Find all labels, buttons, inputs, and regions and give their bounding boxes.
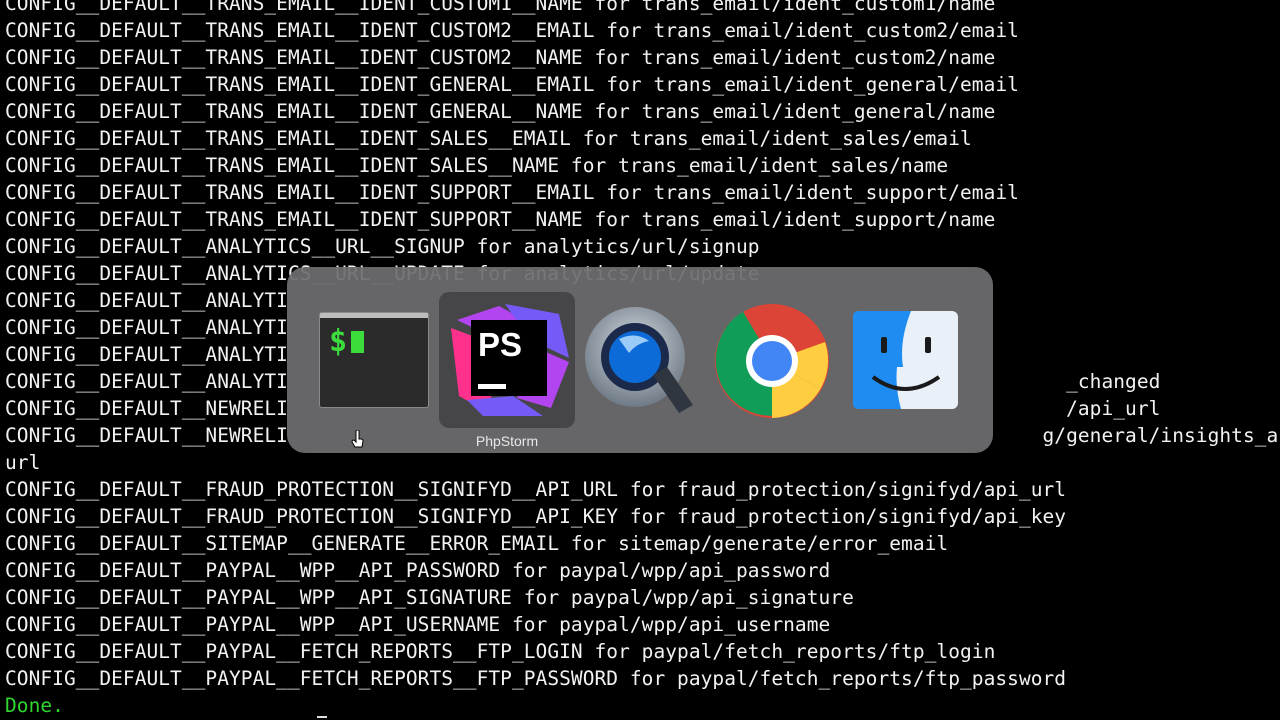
- mouse-pointer-icon: [351, 430, 364, 448]
- finder-icon[interactable]: [853, 311, 958, 409]
- selected-app-label: PhpStorm: [475, 433, 539, 449]
- terminal-line: CONFIG__DEFAULT__PAYPAL__WPP__API_PASSWO…: [5, 559, 831, 582]
- terminal-line: CONFIG__DEFAULT__ANALYTI: [5, 343, 288, 366]
- terminal-line: CONFIG__DEFAULT__TRANS_EMAIL__IDENT_GENE…: [5, 73, 1019, 96]
- terminal-icon: $: [319, 312, 429, 408]
- terminal-line: CONFIG__DEFAULT__TRANS_EMAIL__IDENT_SALE…: [5, 127, 972, 150]
- terminal-line: CONFIG__DEFAULT__TRANS_EMAIL__IDENT_GENE…: [5, 100, 996, 123]
- terminal-line: CONFIG__DEFAULT__TRANS_EMAIL__IDENT_SALE…: [5, 154, 949, 177]
- chrome-icon[interactable]: [713, 302, 831, 420]
- terminal-line: CONFIG__DEFAULT__TRANS_EMAIL__IDENT_SUPP…: [5, 181, 1019, 204]
- terminal-line: CONFIG__DEFAULT__SITEMAP__GENERATE__ERRO…: [5, 532, 949, 555]
- terminal-line: CONFIG__DEFAULT__TRANS_EMAIL__IDENT_SUPP…: [5, 208, 996, 231]
- terminal-line: CONFIG__DEFAULT__PAYPAL__WPP__API_USERNA…: [5, 613, 831, 636]
- terminal-line: CONFIG__DEFAULT__TRANS_EMAIL__IDENT_CUST…: [5, 0, 996, 15]
- terminal-line: CONFIG__DEFAULT__TRANS_EMAIL__IDENT_CUST…: [5, 46, 996, 69]
- terminal-line: url: [5, 451, 41, 474]
- terminal-line: CONFIG__DEFAULT__ANALYTICS__URL__SIGNUP …: [5, 235, 760, 258]
- terminal-line: CONFIG__DEFAULT__PAYPAL__FETCH_REPORTS__…: [5, 640, 996, 663]
- terminal-line: CONFIG__DEFAULT__ANALYTI: [5, 316, 288, 339]
- terminal-line: CONFIG__DEFAULT__TRANS_EMAIL__IDENT_CUST…: [5, 19, 1019, 42]
- terminal-line: CONFIG__DEFAULT__FRAUD_PROTECTION__SIGNI…: [5, 478, 1067, 501]
- terminal-line: CONFIG__DEFAULT__ANALYTI: [5, 289, 288, 312]
- terminal-line: CONFIG__DEFAULT__PAYPAL__WPP__API_SIGNAT…: [5, 586, 854, 609]
- svg-text:PS: PS: [478, 326, 522, 363]
- switcher-app-phpstorm[interactable]: PS PhpStorm: [439, 292, 575, 449]
- terminal-line: CONFIG__DEFAULT__PAYPAL__FETCH_REPORTS__…: [5, 667, 1067, 690]
- quicktime-icon[interactable]: [583, 303, 695, 415]
- switcher-app-terminal[interactable]: $: [305, 292, 441, 428]
- phpstorm-icon: PS: [451, 304, 569, 416]
- done-message: Done.: [5, 694, 64, 717]
- terminal-line: CONFIG__DEFAULT__FRAUD_PROTECTION__SIGNI…: [5, 505, 1067, 528]
- app-switcher[interactable]: $ PS PhpStorm: [287, 267, 993, 453]
- text-cursor: [317, 716, 327, 718]
